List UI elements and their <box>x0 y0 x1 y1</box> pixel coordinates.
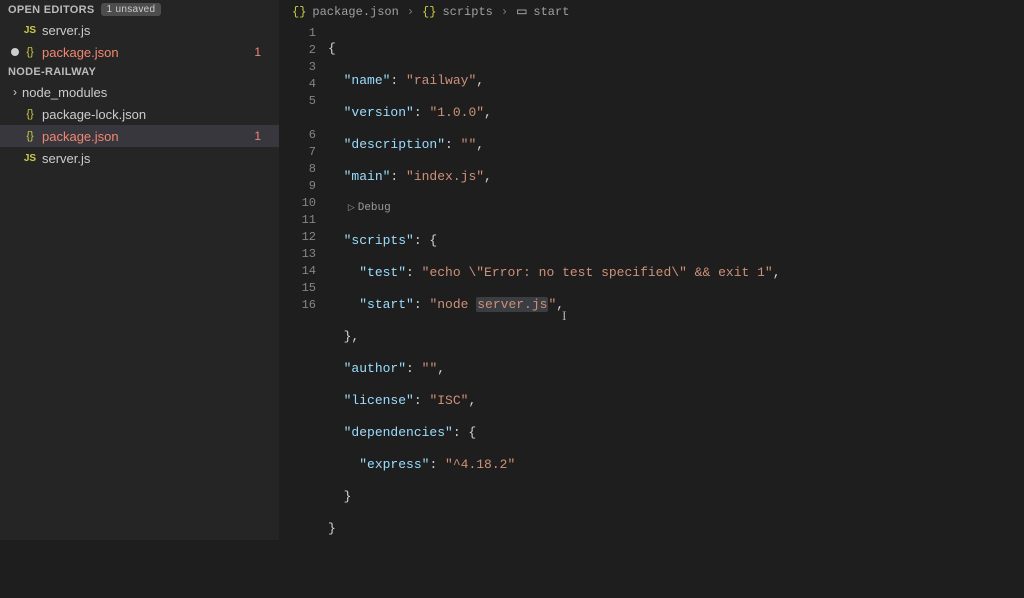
code-content[interactable]: { "name": "railway", "version": "1.0.0",… <box>328 23 1024 598</box>
explorer-item-file[interactable]: {} package-lock.json <box>0 103 279 125</box>
breadcrumb-separator <box>499 5 510 19</box>
chevron-right-icon: › <box>8 85 22 99</box>
line-number-gutter: 1 2 3 4 5 6 7 8 9 10 11 12 13 14 15 16 <box>280 23 328 598</box>
json-icon: {} <box>22 130 38 142</box>
file-label: package.json <box>42 45 254 60</box>
explorer-item-file[interactable]: {} package.json 1 <box>0 125 279 147</box>
file-label: package.json <box>42 129 254 144</box>
open-editors-title: OPEN EDITORS <box>8 4 95 16</box>
file-label: package-lock.json <box>42 107 271 122</box>
abc-icon: ▭ <box>516 4 527 19</box>
project-title: NODE-RAILWAY <box>8 66 96 78</box>
editor-pane: {} package.json {} scripts ▭ start 1 2 3… <box>280 0 1024 540</box>
file-label: server.js <box>42 151 271 166</box>
file-label: server.js <box>42 23 271 38</box>
json-icon: {} <box>422 5 436 19</box>
code-area[interactable]: 1 2 3 4 5 6 7 8 9 10 11 12 13 14 15 16 {… <box>280 23 1024 598</box>
js-icon: JS <box>22 25 38 36</box>
breadcrumb[interactable]: {} package.json {} scripts ▭ start <box>280 0 1024 23</box>
project-header[interactable]: NODE-RAILWAY <box>0 63 279 81</box>
modified-indicator <box>8 48 22 56</box>
json-icon: {} <box>292 5 306 19</box>
explorer-item-folder[interactable]: › node_modules <box>0 81 279 103</box>
open-editor-item[interactable]: {} package.json 1 <box>0 41 279 63</box>
breadcrumb-segment[interactable]: scripts <box>442 5 492 19</box>
error-count: 1 <box>254 45 271 59</box>
sidebar: OPEN EDITORS 1 unsaved JS server.js {} p… <box>0 0 280 540</box>
open-editors-header[interactable]: OPEN EDITORS 1 unsaved <box>0 0 279 19</box>
folder-label: node_modules <box>22 85 271 100</box>
js-icon: JS <box>22 153 38 164</box>
breadcrumb-separator <box>405 5 416 19</box>
json-icon: {} <box>22 46 38 58</box>
debug-codelens[interactable]: ▷Debug <box>328 200 1024 217</box>
breadcrumb-segment[interactable]: start <box>533 5 569 19</box>
error-count: 1 <box>254 129 271 143</box>
play-icon: ▷ <box>348 203 355 213</box>
breadcrumb-file[interactable]: package.json <box>312 5 398 19</box>
json-icon: {} <box>22 108 38 120</box>
open-editor-item[interactable]: JS server.js <box>0 19 279 41</box>
explorer-item-file[interactable]: JS server.js <box>0 147 279 169</box>
unsaved-badge: 1 unsaved <box>101 3 162 16</box>
